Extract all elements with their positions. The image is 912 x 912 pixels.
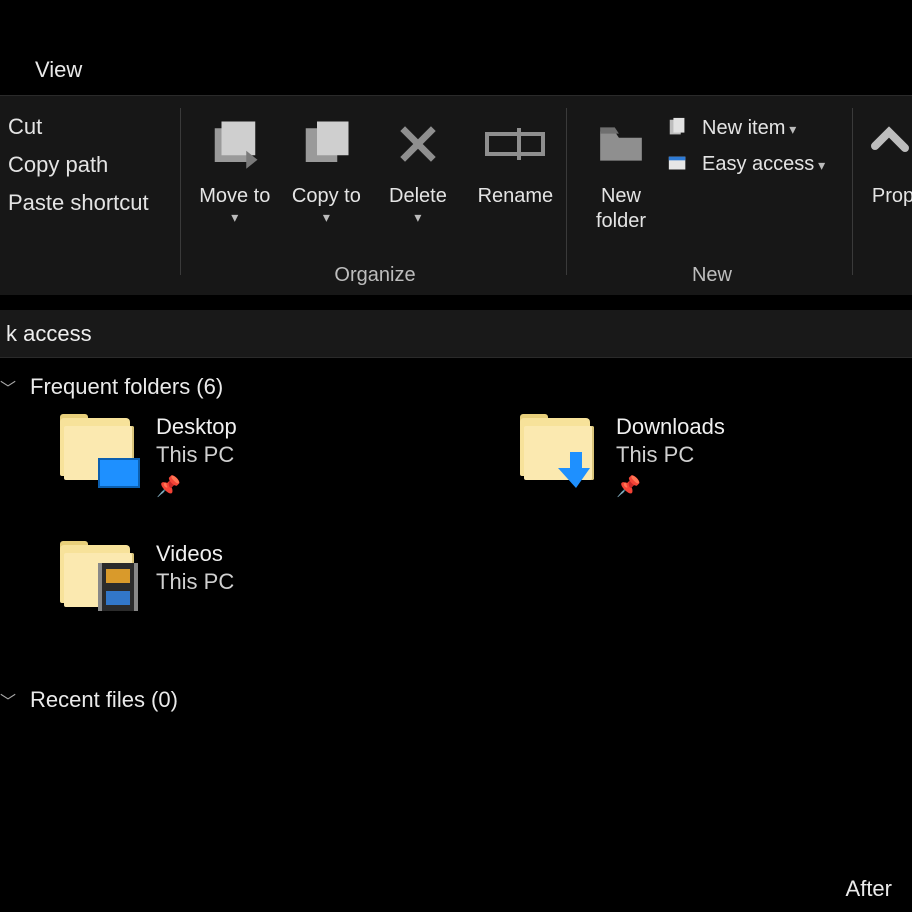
move-to-button[interactable]: Move to: [190, 114, 280, 227]
rename-button[interactable]: Rename: [465, 114, 566, 209]
ribbon-separator: [566, 108, 567, 275]
pin-icon: 📌: [616, 474, 725, 499]
download-overlay-icon: [558, 450, 594, 490]
pin-icon: 📌: [156, 474, 237, 499]
folder-name: Downloads: [616, 414, 725, 440]
delete-button[interactable]: Delete: [373, 114, 463, 227]
folder-name: Videos: [156, 541, 234, 567]
ribbon-group-label: Organize: [184, 264, 566, 295]
folder-icon: [58, 414, 138, 486]
ribbon-group-label: [858, 287, 912, 295]
delete-icon: [388, 114, 448, 174]
ribbon-group-new: New folder New item Easy access New: [572, 96, 852, 295]
folder-name: Desktop: [156, 414, 237, 440]
new-item-icon: [664, 116, 692, 140]
ribbon-group-open: Prop: [858, 96, 912, 295]
ribbon-separator: [852, 108, 853, 275]
new-item-button[interactable]: New item: [664, 116, 825, 140]
recent-files-header[interactable]: ﹀ Recent files (0): [0, 683, 912, 727]
new-folder-icon: [591, 114, 651, 174]
folder-location: This PC: [156, 569, 234, 595]
rename-icon: [485, 114, 545, 174]
ribbon-group-clipboard: Cut Copy path Paste shortcut: [0, 96, 180, 295]
ribbon-group-organize: Move to Copy to Delete Rename O: [184, 96, 566, 295]
easy-access-icon: [664, 152, 692, 176]
desktop-overlay-icon: [98, 458, 140, 488]
ribbon-separator: [180, 108, 181, 275]
properties-button[interactable]: Prop: [858, 114, 912, 209]
video-overlay-icon: [98, 563, 138, 611]
cut-button[interactable]: Cut: [8, 114, 149, 140]
paste-shortcut-button[interactable]: Paste shortcut: [8, 190, 149, 216]
copy-path-button[interactable]: Copy path: [8, 152, 149, 178]
move-to-icon: [205, 114, 265, 174]
section-title: Recent files (0): [30, 687, 178, 713]
section-title: Frequent folders (6): [30, 374, 223, 400]
ribbon-group-label: New: [572, 264, 852, 295]
address-bar[interactable]: k access: [0, 310, 912, 358]
tab-view[interactable]: View: [35, 57, 82, 83]
folder-item-videos[interactable]: Videos This PC: [58, 541, 518, 613]
content-pane: ﹀ Frequent folders (6) Desktop This PC 📌: [0, 370, 912, 912]
folder-icon: [518, 414, 598, 486]
address-text: k access: [6, 321, 92, 347]
footer-hint: After: [846, 876, 892, 902]
frequent-folders-grid: Desktop This PC 📌 Downloads This PC 📌: [0, 414, 912, 613]
folder-location: This PC: [156, 442, 237, 468]
folder-location: This PC: [616, 442, 725, 468]
properties-icon: [863, 114, 912, 174]
folder-item-desktop[interactable]: Desktop This PC 📌: [58, 414, 518, 499]
copy-to-icon: [296, 114, 356, 174]
folder-item-downloads[interactable]: Downloads This PC 📌: [518, 414, 912, 499]
ribbon-tabs: View: [0, 55, 912, 95]
chevron-down-icon: ﹀: [0, 375, 18, 399]
copy-to-button[interactable]: Copy to: [282, 114, 372, 227]
frequent-folders-header[interactable]: ﹀ Frequent folders (6): [0, 370, 912, 414]
easy-access-button[interactable]: Easy access: [664, 152, 825, 176]
ribbon: Cut Copy path Paste shortcut Move to Cop…: [0, 95, 912, 295]
folder-icon: [58, 541, 138, 613]
chevron-down-icon: ﹀: [0, 688, 18, 712]
new-folder-button[interactable]: New folder: [578, 114, 664, 234]
ribbon-group-label: [0, 287, 180, 295]
